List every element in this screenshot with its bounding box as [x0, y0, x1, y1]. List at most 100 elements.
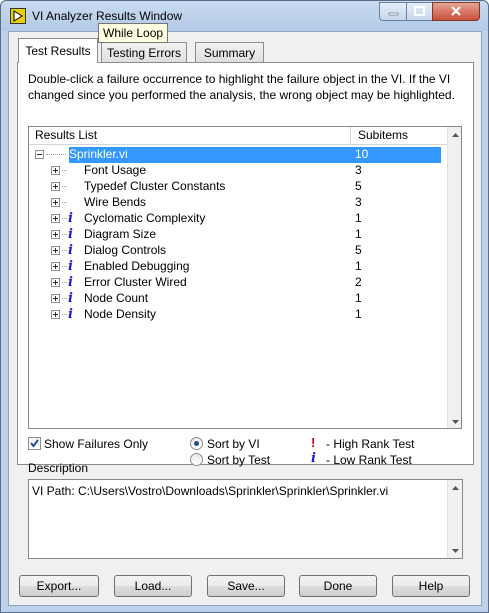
scroll-up-arrow-icon: [452, 133, 459, 137]
window-title: VI Analyzer Results Window: [32, 9, 183, 23]
tree-row-label: Node Density: [84, 307, 157, 321]
results-header: Results List Subitems: [29, 127, 448, 145]
tree-connector: [62, 218, 67, 219]
tree-row-count: 1: [355, 227, 362, 241]
client-area: Test Results Testing Errors Summary Doub…: [8, 31, 482, 606]
sort-by-test-label[interactable]: Sort by Test: [207, 453, 270, 467]
close-button[interactable]: [432, 2, 480, 21]
tree-row[interactable]: i Diagram Size 1: [29, 227, 448, 243]
tree-row[interactable]: Typedef Cluster Constants 5: [29, 179, 448, 195]
expand-icon[interactable]: [51, 310, 60, 319]
tree-row-label: Wire Bends: [84, 195, 147, 209]
low-rank-info-icon: i: [68, 275, 73, 290]
expand-icon[interactable]: [51, 182, 60, 191]
sort-by-vi-label[interactable]: Sort by VI: [207, 437, 260, 451]
scroll-down-arrow-icon: [452, 549, 459, 553]
tree-connector: [62, 250, 67, 251]
low-rank-info-icon: i: [68, 291, 73, 306]
expand-icon[interactable]: [51, 262, 60, 271]
expand-icon[interactable]: [51, 166, 60, 175]
tree-connector: [62, 266, 67, 267]
tree-row[interactable]: Wire Bends 3: [29, 195, 448, 211]
tree-row-count: 1: [355, 211, 362, 225]
save-button[interactable]: Save...: [207, 575, 285, 597]
low-rank-info-icon: i: [68, 211, 73, 226]
low-rank-info-icon: i: [68, 227, 73, 242]
tree-row[interactable]: Font Usage 3: [29, 163, 448, 179]
tree-row-count: 1: [355, 259, 362, 273]
tree-row-count: 5: [355, 179, 362, 193]
collapse-icon[interactable]: [35, 150, 44, 159]
description-box[interactable]: VI Path: C:\Users\Vostro\Downloads\Sprin…: [28, 479, 463, 559]
tree-row[interactable]: i Dialog Controls 5: [29, 243, 448, 259]
tree-row[interactable]: i Node Density 1: [29, 307, 448, 323]
tree-row[interactable]: i Error Cluster Wired 2: [29, 275, 448, 291]
tree-row-count: 5: [355, 243, 362, 257]
show-failures-label[interactable]: Show Failures Only: [44, 437, 148, 451]
minimize-button[interactable]: [379, 2, 407, 21]
low-rank-info-icon: i: [68, 259, 73, 274]
column-header-subitems[interactable]: Subitems: [351, 127, 448, 145]
tree-row-label: Font Usage: [84, 163, 147, 177]
show-failures-checkbox[interactable]: [28, 437, 41, 450]
tree-row-count: 3: [355, 195, 362, 209]
expand-icon[interactable]: [51, 230, 60, 239]
high-rank-icon: !: [311, 435, 316, 450]
tab-testing-errors[interactable]: Testing Errors: [101, 42, 187, 64]
low-rank-info-icon: i: [68, 307, 73, 322]
results-scrollbar[interactable]: [447, 127, 461, 428]
tree-row-label: Cyclomatic Complexity: [84, 211, 206, 225]
tree-row-label: Error Cluster Wired: [84, 275, 187, 289]
done-button[interactable]: Done: [299, 575, 377, 597]
tree-row-label: Dialog Controls: [84, 243, 167, 257]
tree-row[interactable]: i Node Count 1: [29, 291, 448, 307]
tree-row-count: 10: [355, 147, 369, 161]
expand-icon[interactable]: [51, 278, 60, 287]
test-results-panel: Double-click a failure occurrence to hig…: [17, 62, 474, 465]
expand-icon[interactable]: [51, 214, 60, 223]
tree-row[interactable]: i Enabled Debugging 1: [29, 259, 448, 275]
load-button[interactable]: Load...: [114, 575, 192, 597]
tree-connector: [62, 282, 67, 283]
maximize-button[interactable]: [406, 2, 433, 21]
tree-connector: [46, 154, 66, 155]
instructions-text: Double-click a failure occurrence to hig…: [28, 72, 455, 102]
tree-row-label: Node Count: [84, 291, 149, 305]
tree-connector: [62, 298, 67, 299]
labview-vi-icon: [10, 8, 26, 24]
description-label: Description: [28, 461, 89, 475]
tree-connector: [62, 186, 67, 187]
expand-icon[interactable]: [51, 246, 60, 255]
tree-row-count: 3: [355, 163, 362, 177]
description-scrollbar[interactable]: [447, 480, 462, 558]
tab-summary[interactable]: Summary: [195, 42, 264, 64]
help-button[interactable]: Help: [392, 575, 470, 597]
low-rank-icon: i: [311, 451, 316, 466]
results-window: VI Analyzer Results Window While Loop Te…: [0, 0, 489, 613]
sort-by-test-radio[interactable]: [190, 453, 203, 466]
tree-row-count: 1: [355, 291, 362, 305]
results-tree[interactable]: Results List Subitems Sprinkler.vi 10 Fo…: [28, 126, 462, 429]
tree-row-label: Diagram Size: [84, 227, 157, 241]
column-header-results-list[interactable]: Results List: [29, 127, 351, 145]
tree-row-root[interactable]: Sprinkler.vi 10: [29, 147, 448, 163]
tree-row-count: 1: [355, 307, 362, 321]
tree-connector: [62, 170, 67, 171]
title-bar[interactable]: VI Analyzer Results Window: [1, 1, 488, 31]
tree-row-label: Enabled Debugging: [84, 259, 190, 273]
tree-connector: [62, 314, 67, 315]
tree-row-label: Typedef Cluster Constants: [84, 179, 226, 193]
tree-connector: [62, 234, 67, 235]
expand-icon[interactable]: [51, 198, 60, 207]
description-text: VI Path: C:\Users\Vostro\Downloads\Sprin…: [32, 484, 389, 498]
scroll-down-arrow-icon: [452, 420, 459, 424]
tree-row-count: 2: [355, 275, 362, 289]
expand-icon[interactable]: [51, 294, 60, 303]
scroll-up-arrow-icon: [452, 486, 459, 490]
sort-by-vi-radio[interactable]: [190, 437, 203, 450]
tree-row[interactable]: i Cyclomatic Complexity 1: [29, 211, 448, 227]
export-button[interactable]: Export...: [19, 575, 99, 597]
tooltip: While Loop: [98, 23, 169, 43]
tab-test-results[interactable]: Test Results: [18, 38, 98, 63]
high-rank-legend: - High Rank Test: [326, 437, 415, 451]
